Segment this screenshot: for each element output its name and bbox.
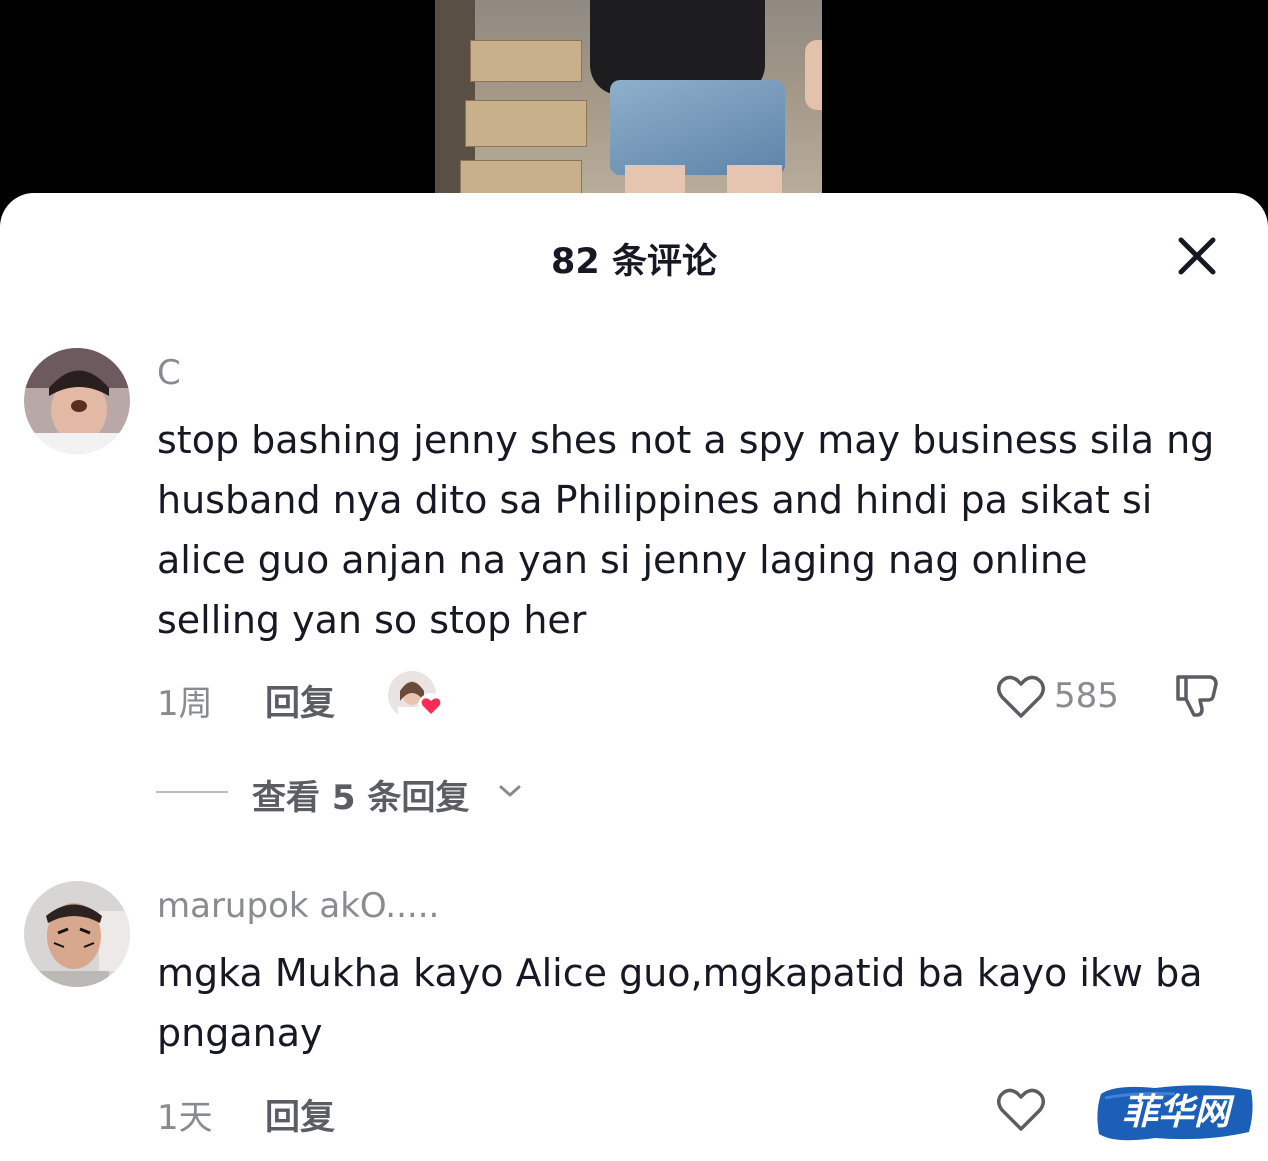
site-watermark-logo: 菲华网: [1095, 1080, 1257, 1146]
storage-box: [470, 40, 582, 82]
person-arm: [805, 40, 822, 110]
chevron-down-icon[interactable]: [496, 781, 524, 801]
like-count: 585: [1054, 676, 1119, 716]
comments-panel: 82 条评论 C stop bashing jenny shes not a s…: [0, 193, 1268, 1161]
dislike-icon[interactable]: [1172, 671, 1222, 721]
like-icon[interactable]: [995, 1085, 1047, 1133]
reply-button[interactable]: 回复: [265, 1089, 335, 1140]
heart-icon: [418, 693, 444, 719]
person-shorts: [610, 80, 785, 175]
like-icon[interactable]: [995, 672, 1047, 720]
view-replies-button[interactable]: 查看 5 条回复: [252, 770, 469, 819]
watermark-text: 菲华网: [1121, 1092, 1230, 1133]
close-icon: [1178, 237, 1216, 275]
comment-text: stop bashing jenny shes not a spy may bu…: [157, 418, 1215, 642]
comment-timestamp: 1周: [157, 684, 213, 724]
avatar[interactable]: [24, 348, 130, 454]
comments-count-title: 82 条评论: [551, 242, 717, 282]
avatar-image: [24, 348, 130, 454]
comment-username[interactable]: C: [157, 353, 181, 393]
comment-timestamp: 1天: [157, 1098, 213, 1138]
avatar[interactable]: [24, 881, 130, 987]
divider: [156, 791, 228, 793]
avatar-image: [24, 881, 130, 987]
comment-username[interactable]: marupok akO.....: [157, 886, 439, 926]
close-button[interactable]: [1172, 231, 1222, 281]
storage-box: [465, 100, 587, 147]
comment-text: mgka Mukha kayo Alice guo,mgkapatid ba k…: [157, 951, 1203, 1055]
video-frame: [435, 0, 822, 200]
reply-button[interactable]: 回复: [265, 675, 335, 726]
